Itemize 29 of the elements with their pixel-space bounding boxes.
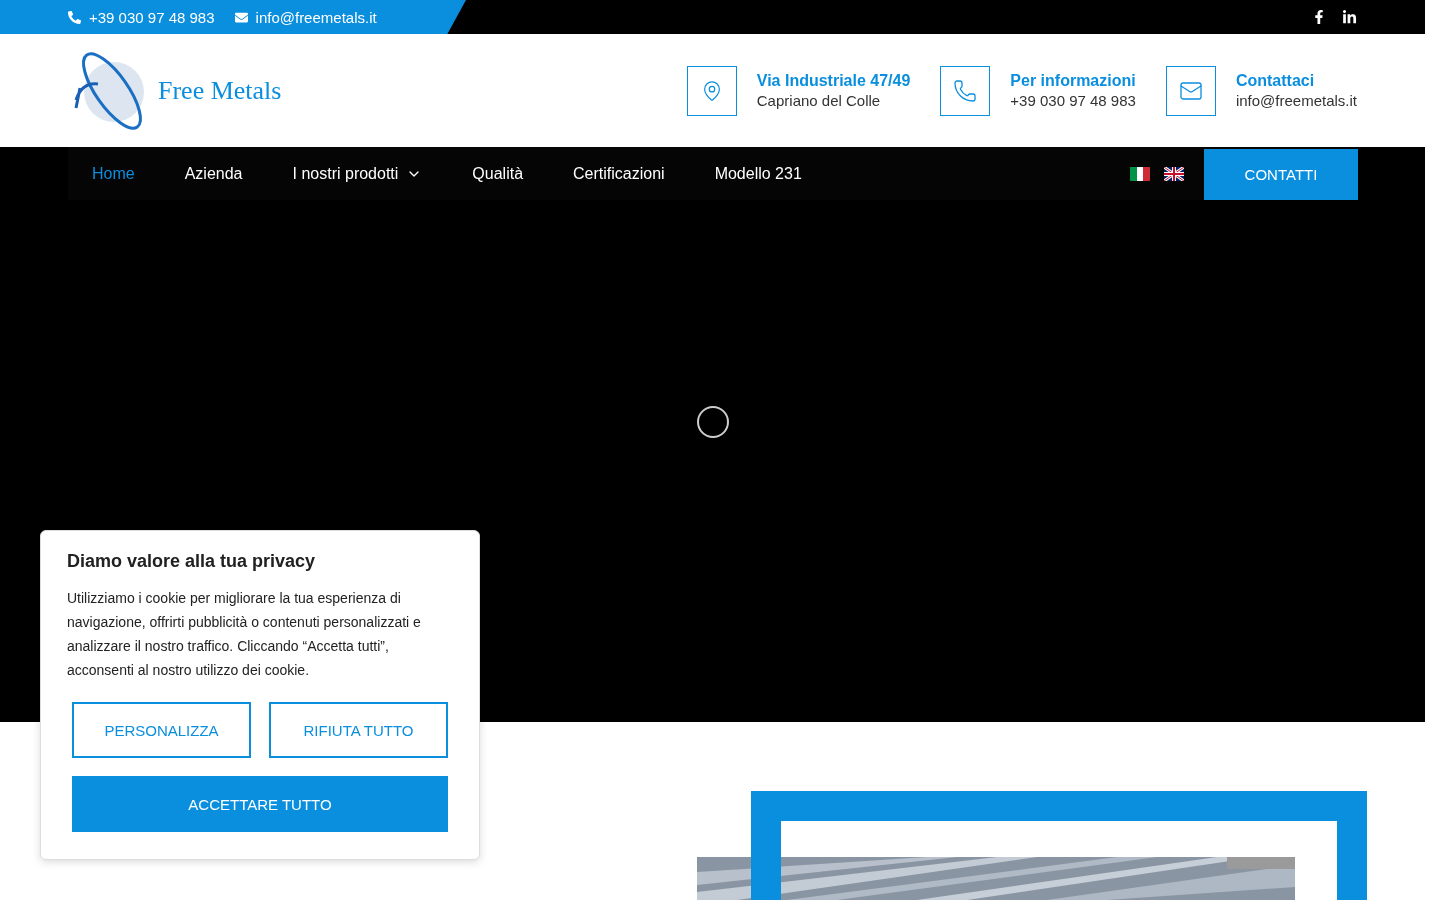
cookie-button[interactable]: RIFIUTA TUTTO: [269, 702, 448, 758]
contact-title: Per informazioni: [1010, 72, 1136, 90]
cookie-button[interactable]: ACCETTARE TUTTO: [72, 776, 448, 832]
linkedin-icon[interactable]: [1342, 9, 1357, 25]
contact-detail: info@freemetals.it: [1235, 92, 1357, 109]
nav-link[interactable]: Azienda: [159, 147, 268, 200]
italian-flag-icon[interactable]: [1130, 166, 1150, 181]
cookie-text: Utilizziamo i cookie per migliorare la tua esperienza di navigazione, offrirti pubblicità o contenuti personalizzati e analizzare il nostro traffico. Cliccando “Accetta tutti”, acconsenti al nostro utilizzo dei cookie.: [67, 589, 422, 680]
contact-title: Via Industriale 47/49: [756, 72, 911, 90]
nav-link[interactable]: Certificazioni: [548, 147, 690, 200]
facebook-icon[interactable]: [1312, 9, 1326, 24]
top-email[interactable]: info@freemetals.it: [255, 8, 377, 26]
nav-link[interactable]: Home: [68, 147, 160, 200]
contatti-button[interactable]: CONTATTI: [1204, 149, 1358, 200]
phone-icon: [953, 78, 978, 103]
uk-flag-icon[interactable]: [1164, 166, 1184, 181]
phone-icon: [68, 10, 81, 24]
nav-link[interactable]: Qualità: [447, 147, 549, 200]
logo-text[interactable]: Free Metals: [158, 75, 282, 106]
nav-link[interactable]: I nostri prodotti: [267, 147, 448, 200]
top-phone[interactable]: +39 030 97 48 983: [89, 8, 215, 26]
envelope-icon: [234, 10, 248, 24]
loading-spinner-icon: [696, 405, 730, 439]
nav-link[interactable]: Modello 231: [689, 147, 827, 200]
contact-title: Contattaci: [1235, 72, 1316, 90]
cookie-button[interactable]: PERSONALIZZA: [72, 702, 251, 758]
contact-detail: +39 030 97 48 983: [1010, 92, 1136, 109]
contact-detail: Capriano del Colle: [756, 92, 882, 109]
cookie-title: Diamo valore alla tua privacy: [67, 551, 317, 572]
